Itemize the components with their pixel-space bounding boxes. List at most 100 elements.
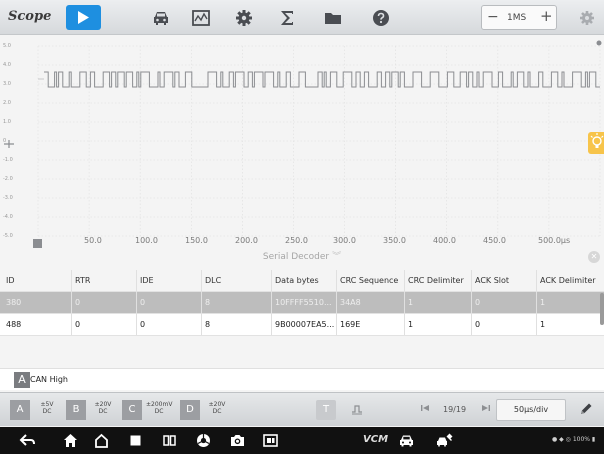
timebase-selector[interactable]: 50µs/div (496, 399, 566, 421)
desktop-button[interactable] (93, 432, 110, 449)
table-cell: 380 (6, 298, 22, 307)
waveform-plot (4, 40, 602, 248)
column-header[interactable]: DLC (205, 276, 221, 285)
square-icon (130, 435, 141, 446)
scope-app: Scope − 1MS + 5.0 4.0 3.0 2.0 1.0 0 -1.0… (0, 0, 604, 454)
table-row[interactable]: 488 0 0 8 9B00007EA5... 169E 1 0 1 (0, 314, 604, 336)
annotate-button[interactable] (578, 401, 594, 421)
table-empty-area (0, 336, 604, 364)
close-icon: ✕ (590, 252, 598, 261)
house-outline-icon (95, 433, 108, 448)
battery-icon: ▮ (589, 436, 596, 443)
home-icon (64, 434, 77, 447)
table-cell: 34A8 (340, 298, 361, 307)
channel-a-range[interactable]: ±5V DC (34, 401, 60, 415)
channel-c-button[interactable]: C (122, 400, 142, 420)
next-page-button[interactable] (481, 403, 491, 416)
column-header[interactable]: ACK Slot (475, 276, 509, 285)
channel-b-range[interactable]: ±20V DC (90, 401, 116, 415)
x-tick-label: 400.0 (433, 236, 456, 245)
column-header[interactable]: CRC Sequence (340, 276, 398, 285)
waveform-box-icon (192, 10, 210, 26)
channel-d-range[interactable]: ±20V DC (204, 401, 230, 415)
vehicle-button[interactable] (150, 7, 172, 29)
channel-c-range[interactable]: ±200mV DC (146, 401, 172, 415)
gear-icon (580, 11, 594, 25)
column-header[interactable]: CRC Delimiter (408, 276, 464, 285)
x-tick-label: 250.0 (285, 236, 308, 245)
skip-previous-icon (421, 405, 429, 411)
channel-a-marker[interactable] (33, 239, 42, 248)
close-decoder-button[interactable]: ✕ (588, 251, 600, 263)
back-button[interactable] (19, 432, 36, 449)
y-tick-label: -5.0 (3, 233, 13, 239)
pencil-icon (581, 403, 592, 414)
column-divider (536, 270, 537, 291)
trigger-button[interactable]: T (316, 400, 336, 420)
column-divider (336, 314, 337, 335)
status-indicators: ● ◆ ◎ 100% ▮ (552, 436, 595, 443)
play-button[interactable] (66, 5, 101, 30)
table-cell: 1 (540, 298, 546, 307)
column-header[interactable]: ACK Delimiter (540, 276, 596, 285)
table-cell: 488 (6, 320, 22, 329)
previous-page-button[interactable] (420, 403, 430, 416)
x-tick-label: 100.0 (135, 236, 158, 245)
column-header[interactable]: Data bytes (275, 276, 319, 285)
home-button[interactable] (62, 432, 79, 449)
tips-button[interactable] (588, 132, 604, 154)
car-icon (154, 12, 168, 25)
column-header[interactable]: RTR (75, 276, 90, 285)
column-divider (271, 314, 272, 335)
table-cell: 1 (408, 320, 414, 329)
vehicle-shortcut-button[interactable] (398, 432, 415, 449)
help-button[interactable] (370, 7, 392, 29)
channel-badge[interactable]: A (14, 372, 30, 388)
column-header[interactable]: ID (6, 276, 15, 285)
serial-decoder-header[interactable]: Serial Decoder ︾ (0, 249, 604, 267)
recent-apps-button[interactable] (127, 432, 144, 449)
y-tick-label: -2.0 (3, 176, 13, 182)
split-screen-button[interactable] (161, 432, 178, 449)
channel-d-button[interactable]: D (180, 400, 200, 420)
channel-label-row: A CAN High (0, 368, 604, 390)
screen-record-button[interactable] (262, 432, 279, 449)
column-header[interactable]: IDE (140, 276, 154, 285)
settings-button[interactable] (233, 7, 255, 29)
screenshot-button[interactable] (229, 432, 246, 449)
table-scrollbar[interactable] (600, 293, 604, 325)
x-tick-label: 150.0 (185, 236, 208, 245)
time-decrease-button[interactable]: − (487, 10, 499, 24)
time-increase-button[interactable]: + (540, 9, 553, 24)
split-screen-icon (163, 435, 176, 446)
trigger-edge-button[interactable] (351, 403, 363, 418)
back-arrow-icon (19, 434, 35, 446)
column-divider (136, 314, 137, 335)
vcm-button[interactable]: VCM (363, 434, 388, 445)
channel-a-button[interactable]: A (10, 400, 30, 420)
channel-b-button[interactable]: B (66, 400, 86, 420)
y-tick-label: -1.0 (3, 157, 13, 163)
car-icon (400, 435, 413, 447)
scope-display[interactable]: 5.0 4.0 3.0 2.0 1.0 0 -1.0 -2.0 -3.0 -4.0 -5.0 50.… (0, 40, 604, 250)
table-cell: 8 (205, 298, 211, 307)
gear-icon (236, 10, 252, 26)
skip-next-icon (482, 405, 490, 411)
browser-button[interactable] (195, 432, 212, 449)
table-cell: 9B00007EA5... (275, 320, 335, 329)
files-button[interactable] (322, 7, 344, 29)
sigma-icon (281, 11, 293, 25)
table-cell: 0 (475, 298, 481, 307)
math-button[interactable] (276, 7, 298, 29)
trigger-marker[interactable] (596, 40, 602, 46)
system-nav-bar: VCM ● ◆ ◎ 100% ▮ (0, 427, 604, 454)
column-divider (136, 270, 137, 291)
probe-setup-button[interactable] (190, 7, 212, 29)
x-tick-label: 450.0 (483, 236, 506, 245)
column-divider (201, 292, 202, 313)
column-divider (201, 314, 202, 335)
vehicle-service-button[interactable] (436, 432, 453, 449)
can-high-waveform (44, 71, 600, 88)
table-row[interactable]: 380 0 0 8 10FFFF5510... 34A8 1 0 1 (0, 292, 604, 314)
advanced-settings-button[interactable] (576, 7, 598, 29)
